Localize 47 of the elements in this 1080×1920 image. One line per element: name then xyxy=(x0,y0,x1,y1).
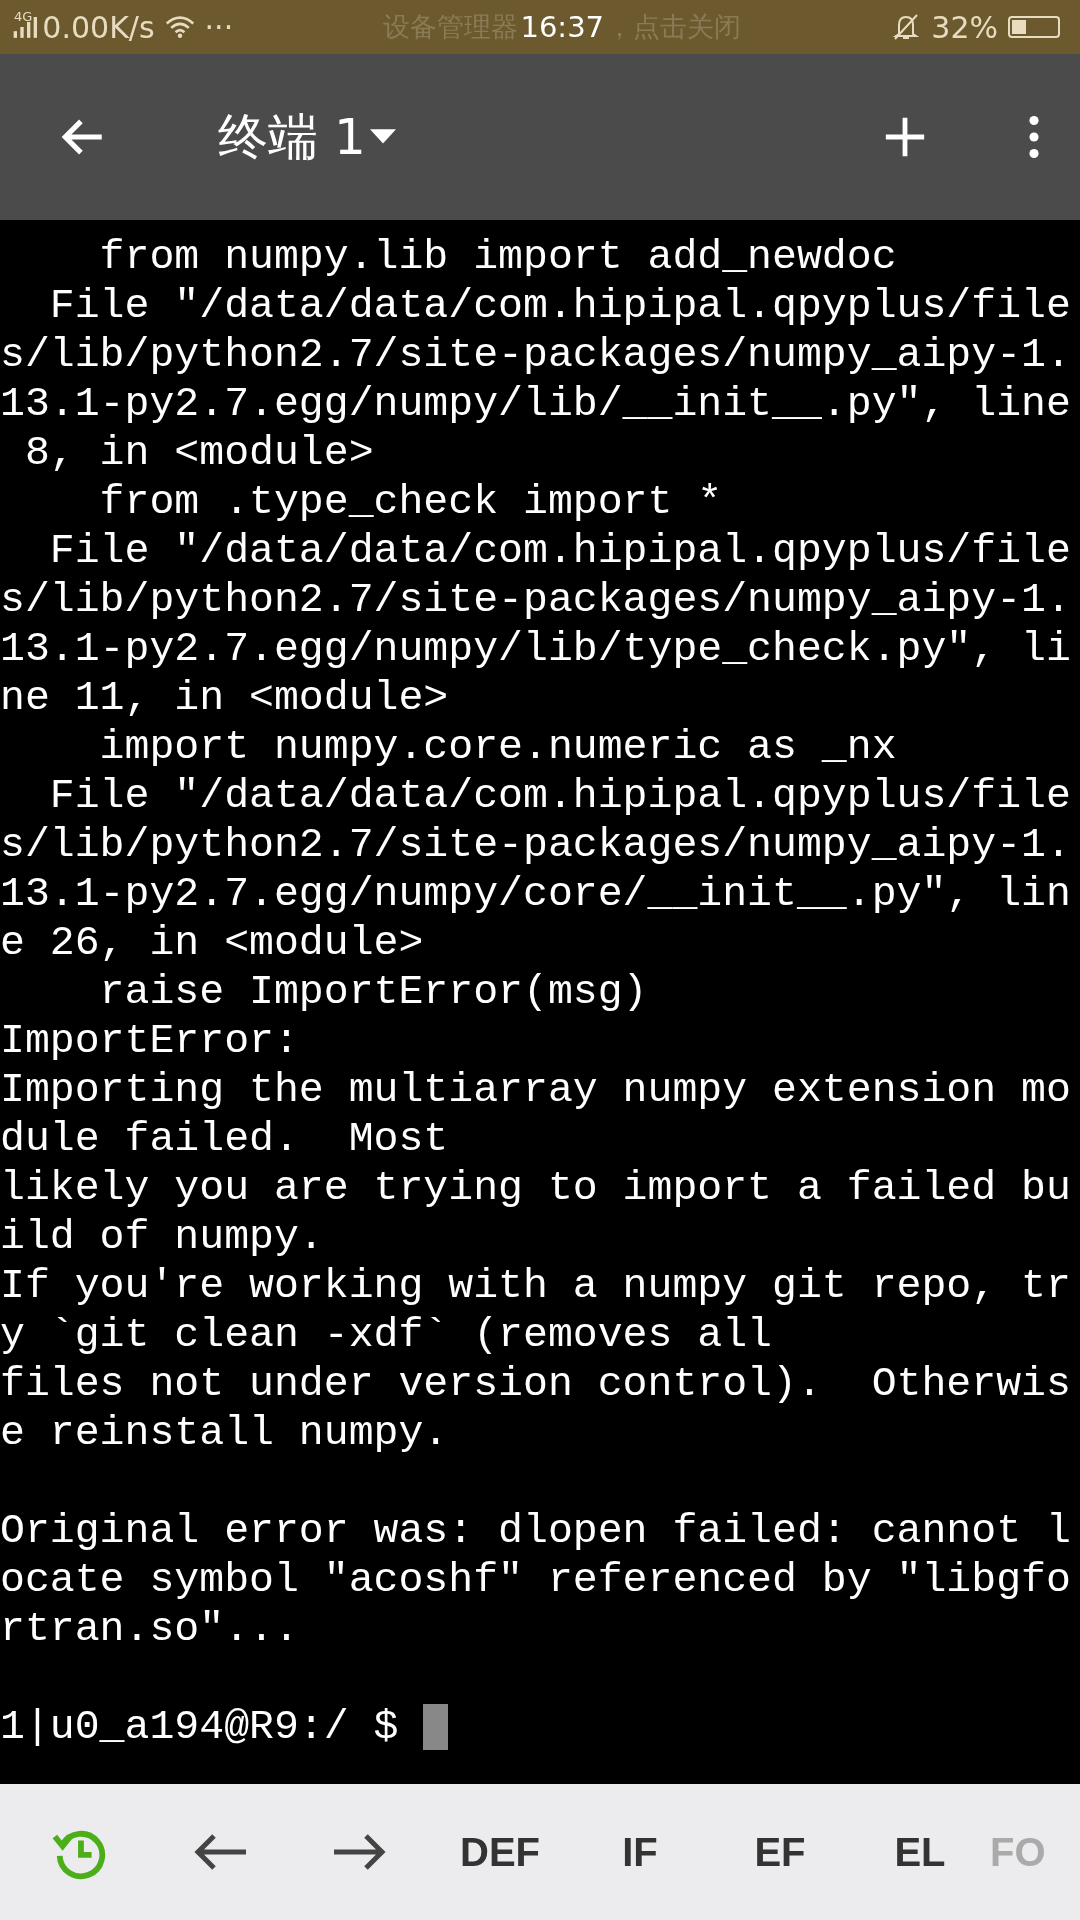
terminal-line: File "/data/data/com.hipipal.qpyplus/file xyxy=(48,771,1072,820)
keyword-key[interactable]: DEF xyxy=(430,1829,570,1875)
battery-percent: 32% xyxy=(931,9,998,45)
terminal-line: dule failed. Most xyxy=(0,1114,450,1163)
more-indicator: ··· xyxy=(204,9,234,45)
terminal-line: ne 11, in <module> xyxy=(0,673,450,722)
terminal-line: Importing the multiarray numpy extension mo xyxy=(0,1065,1072,1114)
terminal-line: s/lib/python2.7/site-packages/numpy_aipy-1. xyxy=(0,330,1072,379)
terminal-line: File "/data/data/com.hipipal.qpyplus/file xyxy=(48,281,1072,330)
terminal-line: File "/data/data/com.hipipal.qpyplus/file xyxy=(48,526,1072,575)
cursor xyxy=(423,1703,449,1750)
terminal-line: Original error was: dlopen failed: cannot l xyxy=(0,1506,1072,1555)
caret-icon xyxy=(369,129,396,145)
terminal-line: likely you are trying to import a failed bu xyxy=(0,1163,1072,1212)
terminal-line: files not under version control). Otherwis xyxy=(0,1359,1072,1408)
battery-icon xyxy=(1008,16,1060,38)
terminal-line: ImportError: xyxy=(0,1016,300,1065)
keyword-key[interactable]: IF xyxy=(570,1829,710,1875)
network-type: 4G xyxy=(14,8,33,24)
terminal-line: ild of numpy. xyxy=(0,1212,325,1261)
terminal-line: e 26, in <module> xyxy=(0,918,425,967)
terminal-line: s/lib/python2.7/site-packages/numpy_aipy-1. xyxy=(0,575,1072,624)
network-speed: 0.00K/s xyxy=(42,9,155,45)
terminal-line: e reinstall numpy. xyxy=(0,1408,450,1457)
right-arrow-icon[interactable] xyxy=(332,1832,388,1872)
terminal-line: raise ImportError(msg) xyxy=(98,967,649,1016)
left-arrow-icon[interactable] xyxy=(192,1832,248,1872)
terminal-line: 13.1-py2.7.egg/numpy/lib/type_check.py", li xyxy=(0,624,1072,673)
terminal-line: ocate symbol "acoshf" referenced by "libgfo xyxy=(0,1555,1072,1604)
terminal-line: y `git clean -xdf` (removes all xyxy=(0,1310,774,1359)
clock: 16:37 xyxy=(520,10,605,44)
terminal-line: 13.1-py2.7.egg/numpy/core/__init__.py", lin xyxy=(0,869,1072,918)
keyword-key[interactable]: EL xyxy=(850,1829,990,1875)
keyword-key[interactable]: EF xyxy=(710,1829,850,1875)
terminal-line: s/lib/python2.7/site-packages/numpy_aipy-1. xyxy=(0,820,1072,869)
shell-prompt: 1|u0_a194@R9:/ $ xyxy=(0,1702,400,1751)
terminal-line: rtran.so"... xyxy=(0,1604,300,1653)
terminal-line: import numpy.core.numeric as _nx xyxy=(98,722,898,771)
muted-bell-icon xyxy=(891,12,922,42)
terminal-line: 8, in <module> xyxy=(23,428,375,477)
more-menu-icon[interactable] xyxy=(1028,115,1040,159)
terminal-line: from numpy.lib import add_newdoc xyxy=(98,232,898,281)
terminal-line: If you're working with a numpy git repo, tr xyxy=(0,1261,1072,1310)
terminal-line: from .type_check import * xyxy=(98,477,724,526)
wifi-icon xyxy=(164,14,195,40)
session-dropdown[interactable]: 终端 1 xyxy=(218,103,396,171)
terminal-line: 13.1-py2.7.egg/numpy/lib/__init__.py", line xyxy=(0,379,1072,428)
